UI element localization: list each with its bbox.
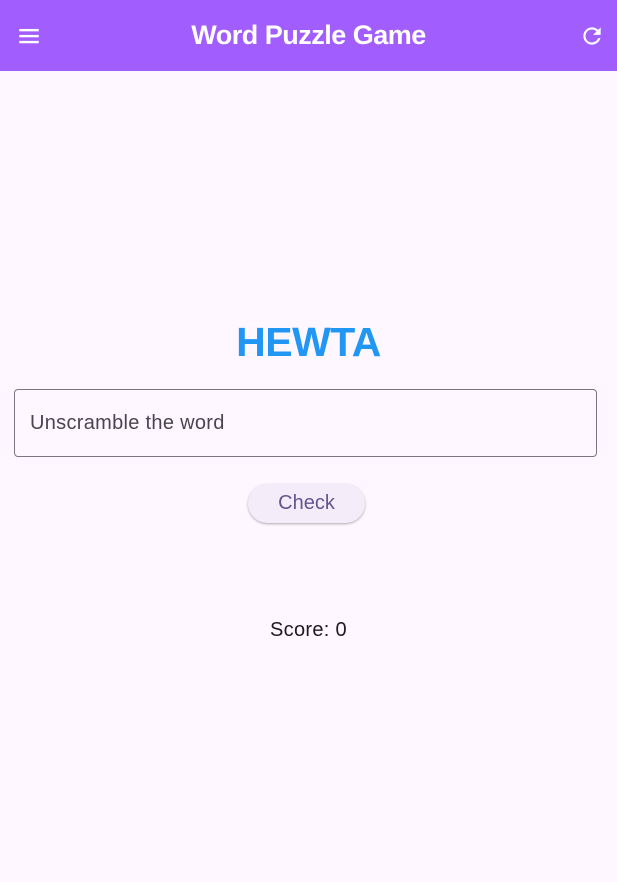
answer-input[interactable] — [30, 390, 596, 456]
app-bar: Word Puzzle Game — [0, 0, 617, 71]
check-button[interactable]: Check — [248, 484, 365, 523]
scrambled-word: HEWTA — [236, 319, 381, 365]
page-title: Word Puzzle Game — [191, 20, 426, 50]
answer-field[interactable] — [14, 389, 597, 457]
score-label: Score: — [270, 619, 330, 641]
refresh-icon — [583, 27, 601, 45]
app-screen: Word Puzzle Game HEWTA Check Score: 0 — [0, 0, 617, 882]
menu-icon — [19, 28, 39, 44]
menu-button[interactable] — [4, 11, 54, 61]
score-display: Score: 0 — [0, 619, 617, 642]
score-value: 0 — [335, 619, 347, 641]
refresh-button[interactable] — [567, 11, 617, 61]
